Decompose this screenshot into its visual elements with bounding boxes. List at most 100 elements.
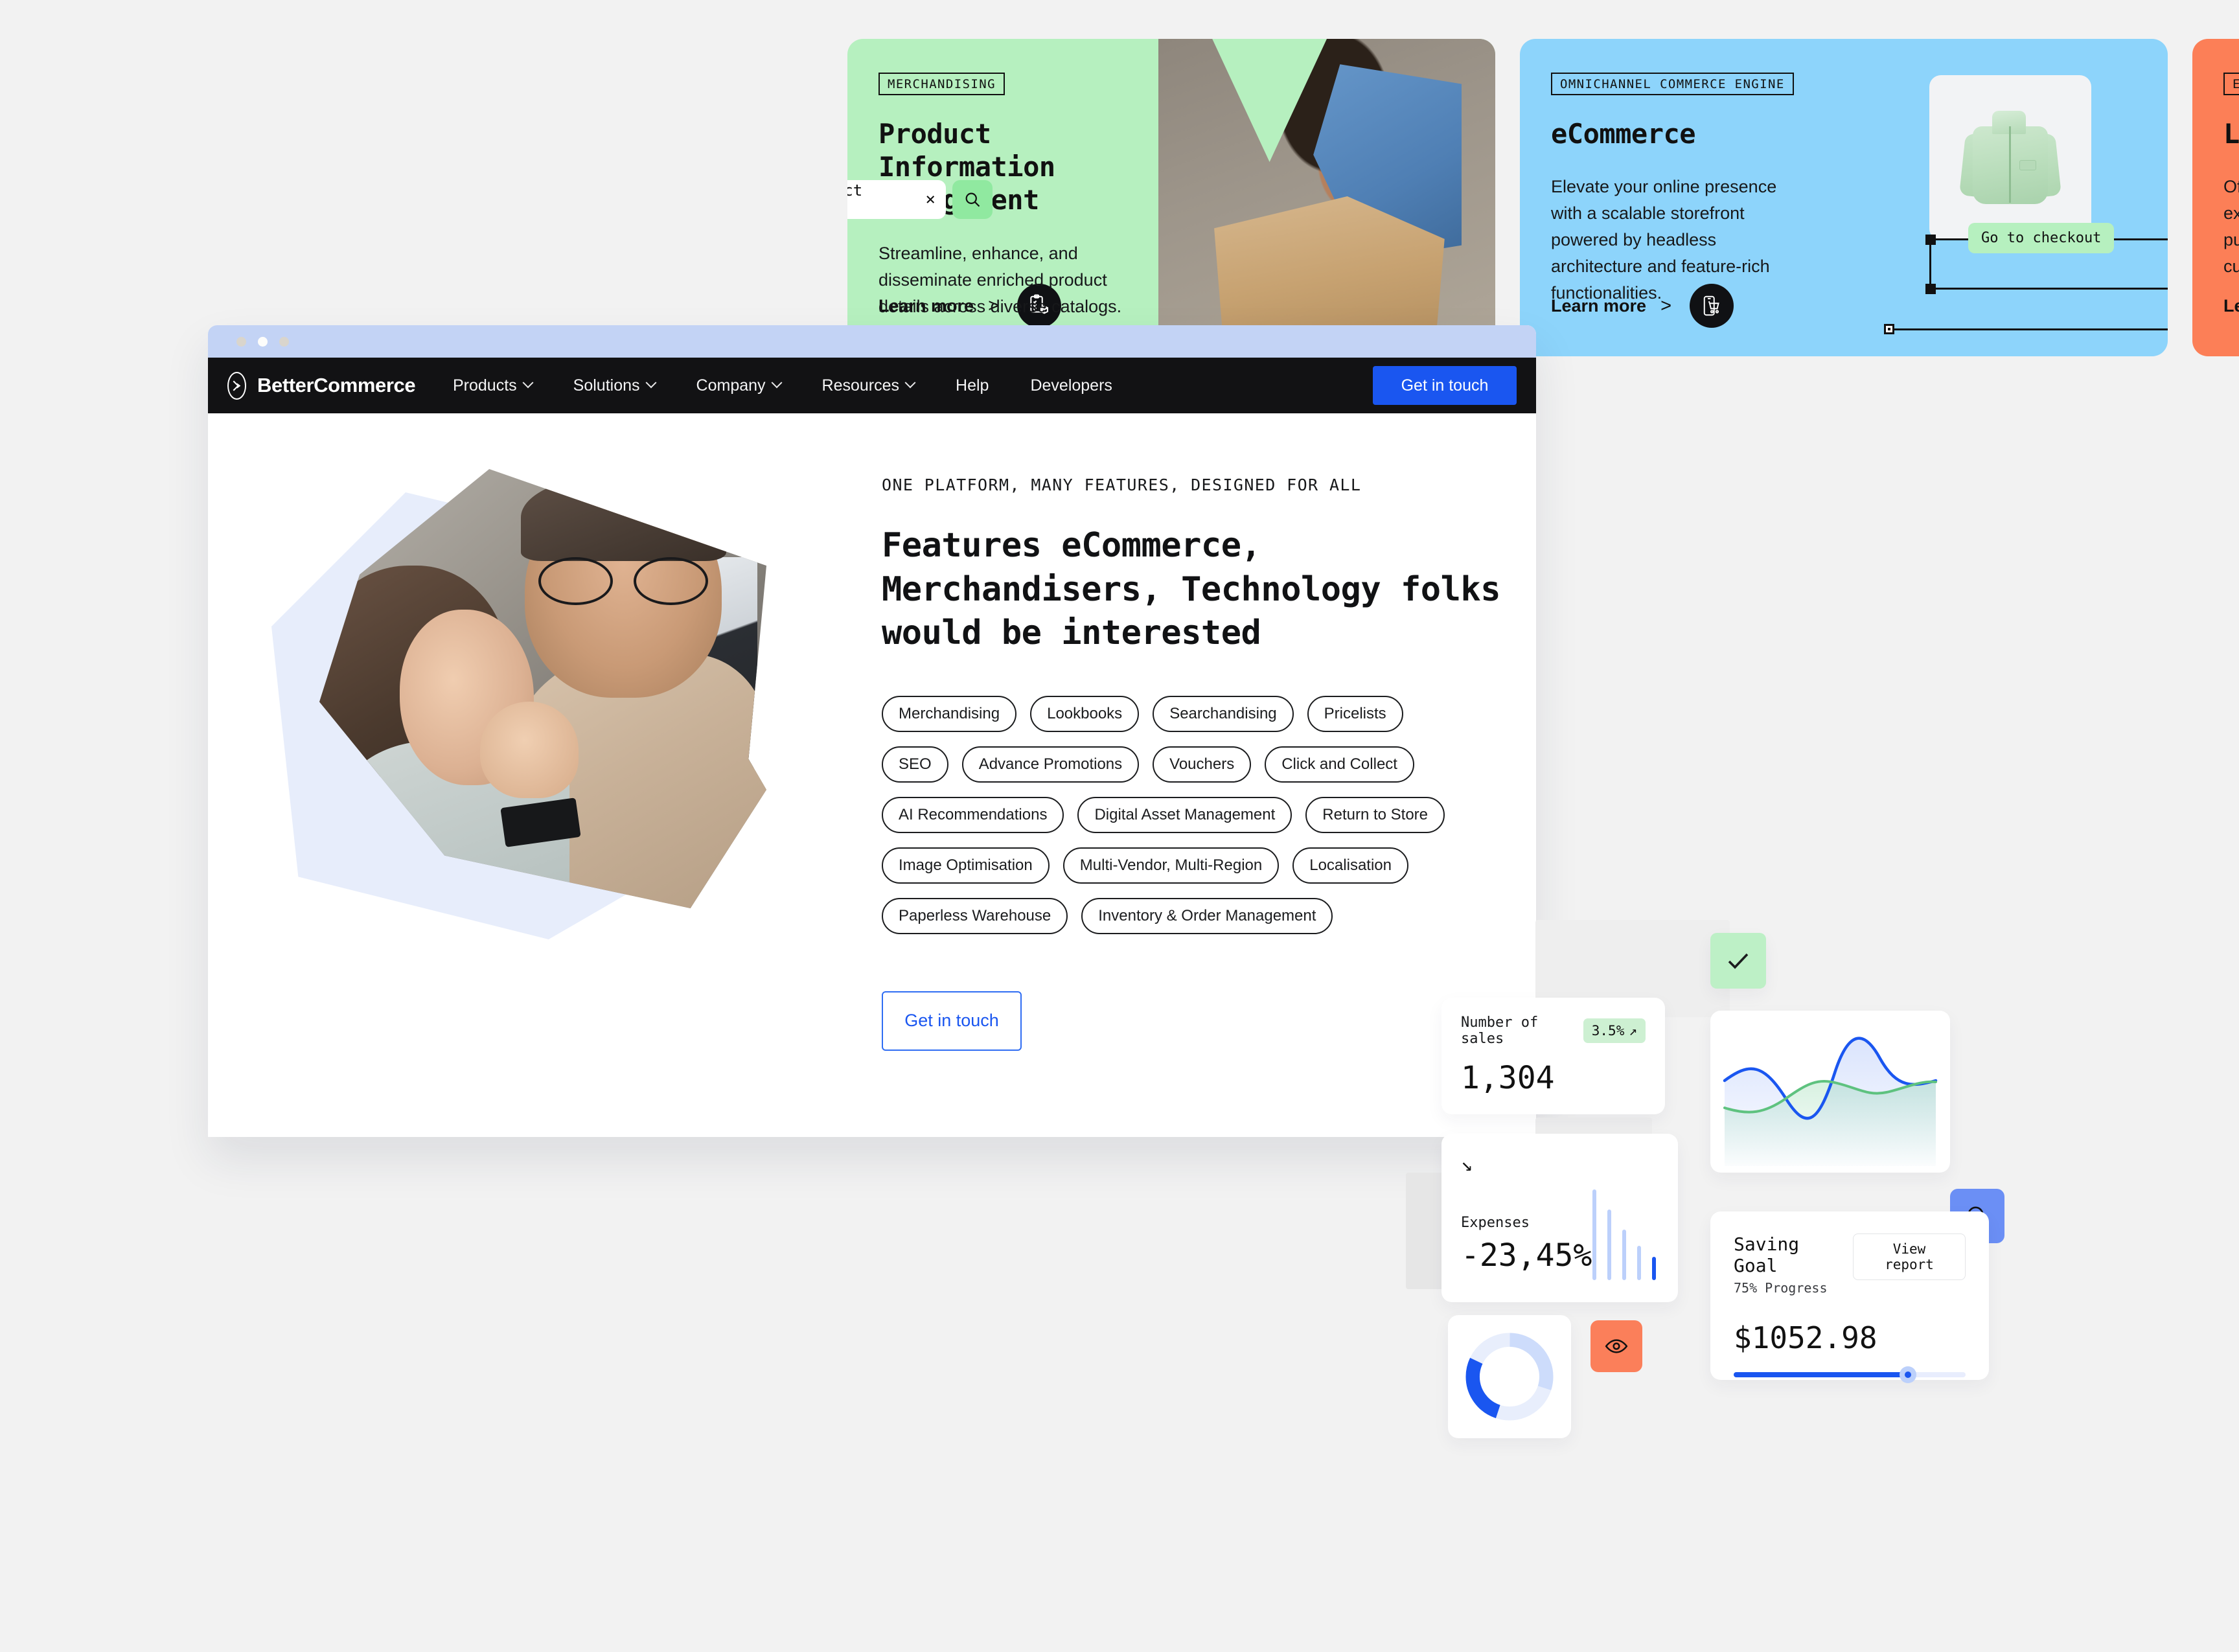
sales-label: Number of sales bbox=[1461, 1015, 1539, 1047]
sales-change-value: 3.5% bbox=[1591, 1023, 1625, 1038]
navbar-get-in-touch-button[interactable]: Get in touch bbox=[1373, 366, 1517, 405]
hero-kicker: ONE PLATFORM, MANY FEATURES, DESIGNED FO… bbox=[882, 476, 1362, 494]
expenses-bar-chart bbox=[1592, 1189, 1656, 1280]
saving-goal-amount: $1052.98 bbox=[1734, 1320, 1877, 1355]
pill-multi-vendor-multi-region[interactable]: Multi-Vendor, Multi-Region bbox=[1062, 847, 1280, 884]
nav-item-products[interactable]: Products bbox=[432, 376, 553, 395]
pill-pricelists[interactable]: Pricelists bbox=[1307, 695, 1403, 732]
pill-searchandising[interactable]: Searchandising bbox=[1153, 695, 1294, 732]
pill-vouchers[interactable]: Vouchers bbox=[1153, 746, 1252, 783]
saving-goal-card: Saving Goal 75% Progress View report $10… bbox=[1710, 1211, 1989, 1383]
hero-title-line-3: would be interested bbox=[882, 614, 1261, 653]
nav-item-solutions[interactable]: Solutions bbox=[553, 376, 676, 395]
nav-item-developers[interactable]: Developers bbox=[1009, 376, 1132, 395]
trend-area-chart-card bbox=[1710, 1011, 1950, 1173]
chevron-down-icon bbox=[645, 377, 657, 389]
design-guide-line-vertical bbox=[1929, 238, 1931, 288]
bar bbox=[1637, 1245, 1641, 1280]
check-icon bbox=[1728, 953, 1749, 969]
hero-title-line-1: Features eCommerce, bbox=[882, 526, 1261, 565]
saving-goal-progress-fill bbox=[1734, 1372, 1908, 1377]
card-eyebrow: ENHANCE CUSTOMER ENGAGEMENT bbox=[2223, 73, 2239, 95]
design-guide-line-lower bbox=[1894, 328, 2168, 330]
pill-advance-promotions[interactable]: Advance Promotions bbox=[961, 746, 1140, 783]
pill-row: SEO Advance Promotions Vouchers Click an… bbox=[882, 746, 1432, 783]
trend-up-icon: ↗ bbox=[1629, 1023, 1637, 1038]
bar bbox=[1607, 1209, 1611, 1280]
saving-goal-header: Saving Goal 75% Progress View report bbox=[1734, 1233, 1966, 1296]
pill-row: Image Optimisation Multi-Vendor, Multi-R… bbox=[882, 847, 1432, 884]
card-eyebrow: MERCHANDISING bbox=[878, 73, 1005, 95]
pill-lookbooks[interactable]: Lookbooks bbox=[1030, 695, 1140, 732]
pill-merchandising[interactable]: Merchandising bbox=[882, 695, 1017, 732]
saving-goal-title: Saving Goal bbox=[1734, 1233, 1800, 1276]
brand-name: BetterCommerce bbox=[257, 374, 416, 396]
pill-return-to-store[interactable]: Return to Store bbox=[1305, 796, 1445, 833]
feature-card-ecommerce[interactable]: OMNICHANNEL COMMERCE ENGINE eCommerce El… bbox=[1520, 39, 2168, 356]
eye-button[interactable] bbox=[1590, 1320, 1642, 1372]
nav-label: Solutions bbox=[573, 376, 640, 395]
card-eyebrow: OMNICHANNEL COMMERCE ENGINE bbox=[1551, 73, 1794, 95]
brand-logo[interactable]: BetterCommerce bbox=[227, 371, 416, 400]
feature-card-product-information-management[interactable]: MERCHANDISING Product Information Manage… bbox=[847, 39, 1495, 356]
warehouse-photo bbox=[1158, 39, 1495, 356]
sales-value: 1,304 bbox=[1461, 1060, 1555, 1096]
expenses-label: Expenses bbox=[1461, 1215, 1530, 1231]
product-search-field[interactable]: Product #1874 × bbox=[847, 180, 946, 219]
clear-icon[interactable]: × bbox=[925, 190, 936, 209]
nav-item-resources[interactable]: Resources bbox=[801, 376, 936, 395]
feature-card-loyalty[interactable]: ENHANCE CUSTOMER ENGAGEMENT Loyalty Offe… bbox=[2192, 39, 2239, 356]
chevron-down-icon bbox=[771, 377, 783, 389]
page-root: MERCHANDISING Product Information Manage… bbox=[0, 0, 2239, 1652]
search-button[interactable] bbox=[952, 180, 993, 219]
feature-pill-list: Merchandising Lookbooks Searchandising P… bbox=[882, 695, 1445, 934]
window-maximize-dot[interactable] bbox=[258, 336, 268, 347]
nav-label: Resources bbox=[821, 376, 900, 395]
pill-localisation[interactable]: Localisation bbox=[1292, 847, 1408, 884]
hero-title-line-2: Merchandisers, Technology folks bbox=[882, 569, 1501, 609]
site-navbar: BetterCommerce Products Solutions Compan… bbox=[208, 358, 1536, 413]
search-icon bbox=[965, 192, 980, 207]
donut-chart-card bbox=[1448, 1315, 1571, 1438]
hero-get-in-touch-button[interactable]: Get in touch bbox=[882, 991, 1022, 1051]
browser-window: BetterCommerce Products Solutions Compan… bbox=[208, 325, 1536, 1137]
card-title: eCommerce bbox=[1551, 118, 1696, 150]
nav-item-help[interactable]: Help bbox=[935, 376, 1009, 395]
pill-seo[interactable]: SEO bbox=[882, 746, 948, 783]
sales-change-badge: 3.5% ↗ bbox=[1583, 1018, 1646, 1043]
hero-image-area bbox=[208, 469, 882, 1137]
nav-label: Products bbox=[453, 376, 517, 395]
window-minimize-dot[interactable] bbox=[236, 336, 246, 347]
number-of-sales-card: Number of sales 3.5% ↗ 1,304 bbox=[1441, 998, 1665, 1114]
go-to-checkout-button[interactable]: Go to checkout bbox=[1968, 223, 2115, 253]
saving-goal-progress-label: 75% Progress bbox=[1734, 1280, 1828, 1296]
saving-goal-slider[interactable] bbox=[1734, 1366, 1966, 1383]
saving-goal-slider-handle[interactable] bbox=[1899, 1366, 1916, 1383]
pill-row: AI Recommendations Digital Asset Managem… bbox=[882, 796, 1445, 833]
card-title: Loyalty bbox=[2223, 118, 2239, 150]
nav-item-company[interactable]: Company bbox=[676, 376, 801, 395]
product-search-value: Product #1874 bbox=[847, 181, 863, 200]
page-title: Features eCommerce, Merchandisers, Techn… bbox=[882, 524, 1536, 656]
pill-row: Merchandising Lookbooks Searchandising P… bbox=[882, 695, 1432, 732]
view-report-button[interactable]: View report bbox=[1853, 1233, 1966, 1280]
design-handle-small bbox=[1884, 324, 1894, 334]
bar bbox=[1652, 1256, 1656, 1280]
feature-cards-strip: MERCHANDISING Product Information Manage… bbox=[847, 39, 2239, 356]
pill-image-optimisation[interactable]: Image Optimisation bbox=[882, 847, 1050, 884]
nav-label: Help bbox=[956, 376, 989, 395]
hero-section: ONE PLATFORM, MANY FEATURES, DESIGNED FO… bbox=[208, 413, 1536, 1137]
pill-paperless-warehouse[interactable]: Paperless Warehouse bbox=[882, 897, 1068, 934]
product-image-card bbox=[1929, 75, 2091, 240]
pill-digital-asset-management[interactable]: Digital Asset Management bbox=[1077, 796, 1292, 833]
pill-inventory-order-management[interactable]: Inventory & Order Management bbox=[1081, 897, 1333, 934]
trend-down-icon: ↘ bbox=[1461, 1153, 1473, 1176]
product-search-chip[interactable]: Product #1874 × bbox=[847, 180, 993, 219]
pill-ai-recommendations[interactable]: AI Recommendations bbox=[882, 796, 1064, 833]
pill-click-and-collect[interactable]: Click and Collect bbox=[1265, 746, 1414, 783]
bettercommerce-logo-icon bbox=[227, 371, 246, 400]
window-close-dot[interactable] bbox=[279, 336, 289, 347]
design-guide-line-bottom bbox=[1931, 288, 2168, 290]
feature-card-body: ENHANCE CUSTOMER ENGAGEMENT Loyalty Offe… bbox=[2192, 39, 2239, 356]
dashboard-widgets: Number of sales 3.5% ↗ 1,304 ↘ Expenses … bbox=[1406, 920, 2073, 1438]
